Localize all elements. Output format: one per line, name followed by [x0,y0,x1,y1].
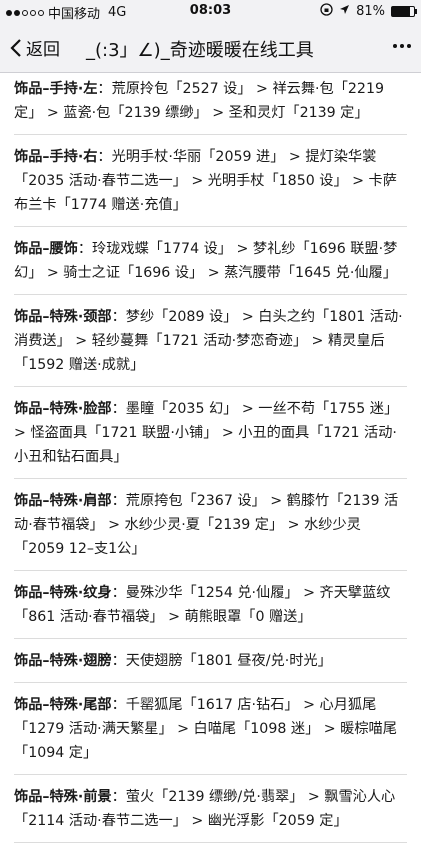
item-category: 饰品–特殊·脸部 [14,401,112,417]
status-bar: 中国移动 4G 08:03 81% [0,0,421,22]
list-item: 饰品–特殊·脸部：墨瞳「2035 幻」 > 一丝不苟「1755 迷」 > 怪盗面… [14,387,407,479]
item-category: 饰品–手持·右 [14,149,98,165]
back-label: 返回 [26,40,60,60]
list-item: 饰品–特殊·翅膀：天使翅膀「1801 昼夜/兑·时光」 [14,639,407,683]
back-button[interactable]: 返回 [10,35,60,60]
list-item: 饰品–特殊·尾部：千罂狐尾「1617 店·钻石」 > 心月狐尾「1279 活动·… [14,683,407,775]
list-item: 饰品–腰饰：玲珑戏蝶「1774 设」 > 梦礼纱「1696 联盟·梦幻」 > 骑… [14,227,407,295]
list-item: 饰品–手持·左：荒原拎包「2527 设」 > 祥云舞·包「2219 定」 > 蓝… [14,73,407,135]
item-category: 饰品–特殊·肩部 [14,493,112,509]
item-category: 饰品–手持·左 [14,81,98,97]
item-category: 饰品–腰饰 [14,241,78,257]
item-ranking: ：天使翅膀「1801 昼夜/兑·时光」 [111,653,332,669]
list-item: 饰品–特殊·纹身：曼殊沙华「1254 兑·仙履」 > 齐天擘蓝纹「861 活动·… [14,571,407,639]
item-category: 饰品–特殊·尾部 [14,697,112,713]
rotation-lock-icon [320,3,333,20]
content-list: 饰品–手持·左：荒原拎包「2527 设」 > 祥云舞·包「2219 定」 > 蓝… [0,73,421,843]
chevron-left-icon [10,38,21,57]
battery-percent: 81% [356,4,385,19]
item-category: 饰品–特殊·颈部 [14,309,112,325]
location-arrow-icon [339,4,350,19]
item-category: 饰品–特殊·前景 [14,789,112,805]
list-item: 饰品–特殊·颈部：梦纱「2089 设」 > 白头之约「1801 活动·消费送」 … [14,295,407,387]
item-category: 饰品–特殊·翅膀 [14,653,112,669]
list-item: 饰品–特殊·前景：萤火「2139 缥缈/兑·翡翠」 > 飘雪沁人心「2114 活… [14,775,407,843]
list-item: 饰品–特殊·肩部：荒原挎包「2367 设」 > 鹤膝竹「2139 活动·春节福袋… [14,479,407,571]
item-category: 饰品–特殊·纹身 [14,585,112,601]
battery-icon [391,6,417,17]
list-item: 饰品–手持·右：光明手杖·华丽「2059 进」 > 提灯染华裳「2035 活动·… [14,135,407,227]
page-title: _(:3」∠)_奇迹暖暖在线工具 [86,40,314,61]
navigation-bar: 返回 _(:3」∠)_奇迹暖暖在线工具 [0,22,421,73]
more-options-icon[interactable] [393,44,411,48]
